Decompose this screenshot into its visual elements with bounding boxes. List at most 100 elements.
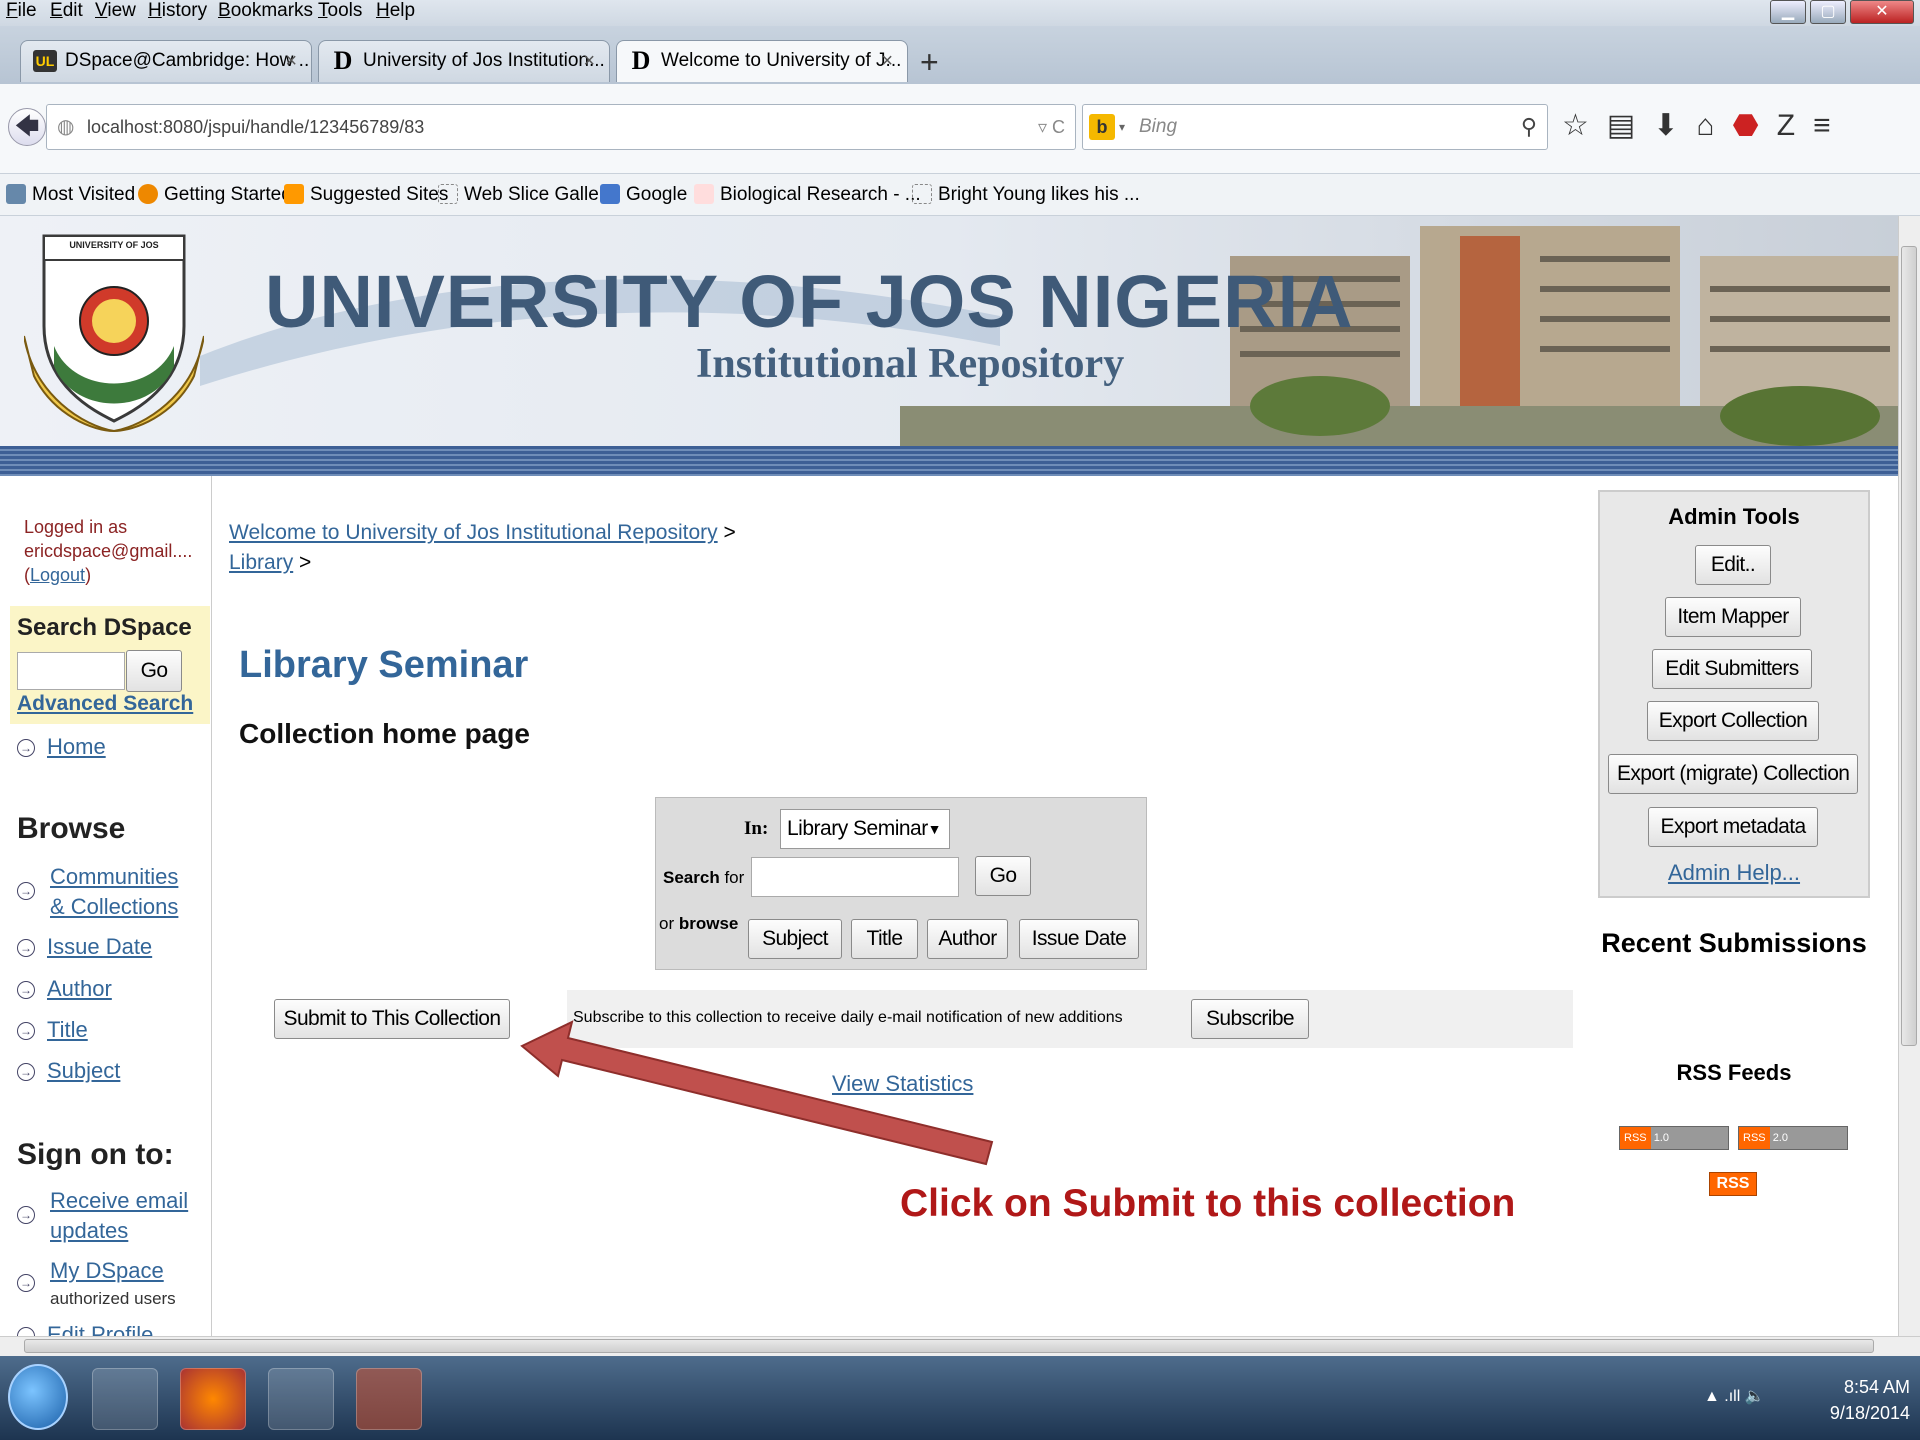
bookmark-web-slice[interactable]: Web Slice Gallery — [438, 174, 615, 216]
browse-issue-date-button[interactable]: Issue Date — [1019, 919, 1139, 959]
in-label: In: — [744, 818, 769, 839]
back-icon[interactable]: 🡄 — [8, 108, 46, 146]
home-link[interactable]: Home — [47, 734, 106, 759]
menu-history[interactable]: History — [148, 0, 207, 22]
close-tab-icon[interactable]: × — [583, 41, 595, 81]
collection-search-input[interactable] — [751, 857, 959, 897]
search-for-label: Search for — [663, 868, 745, 887]
close-window-icon[interactable]: ✕ — [1850, 0, 1914, 24]
admin-item-mapper-button[interactable]: Item Mapper — [1665, 597, 1801, 637]
breadcrumb-library-link[interactable]: Library — [229, 551, 293, 574]
reload-icon[interactable]: ▿ C — [1038, 105, 1065, 149]
search-icon[interactable]: ⚲ — [1521, 105, 1537, 149]
menu-tools[interactable]: Tools — [318, 0, 362, 22]
breadcrumb-home-link[interactable]: Welcome to University of Jos Institution… — [229, 521, 718, 544]
menu-bookmarks[interactable]: Bookmarks — [218, 0, 313, 22]
tab-jos-institution[interactable]: D University of Jos Institution... × — [318, 40, 610, 82]
taskbar-explorer-icon[interactable] — [268, 1368, 334, 1430]
tab-dspace-cambridge[interactable]: UL DSpace@Cambridge: How ... × — [20, 40, 312, 82]
adblock-icon[interactable]: ⬣ — [1733, 109, 1777, 142]
submit-to-collection-button[interactable]: Submit to This Collection — [274, 999, 510, 1039]
subscribe-button[interactable]: Subscribe — [1191, 999, 1309, 1039]
dspace-favicon-icon: D — [631, 46, 651, 75]
communities-link[interactable]: Communities — [50, 864, 178, 889]
vertical-scrollbar[interactable] — [1898, 216, 1920, 1336]
home-icon[interactable]: ⌂ — [1696, 109, 1732, 142]
tab-title: Welcome to University of J... — [661, 50, 902, 71]
sidebar-item-edit-profile[interactable]: → Edit Profile — [17, 1322, 153, 1336]
clock[interactable]: 8:54 AM 9/18/2014 — [1800, 1374, 1910, 1426]
tray-icons[interactable]: ▲ .ıll 🔈 — [1704, 1386, 1765, 1406]
google-icon — [600, 184, 620, 204]
download-icon[interactable]: ⬇ — [1653, 109, 1696, 142]
search-bar[interactable]: b ▾ Bing ⚲ — [1082, 104, 1548, 150]
subject-link[interactable]: Subject — [47, 1058, 120, 1083]
admin-export-metadata-button[interactable]: Export metadata — [1648, 807, 1818, 847]
hscroll-thumb[interactable] — [24, 1339, 1874, 1353]
collection-search-go-button[interactable]: Go — [975, 856, 1031, 896]
browse-author-button[interactable]: Author — [927, 919, 1008, 959]
admin-edit-submitters-button[interactable]: Edit Submitters — [1652, 649, 1812, 689]
admin-export-migrate-button[interactable]: Export (migrate) Collection — [1608, 754, 1858, 794]
updates-link[interactable]: updates — [50, 1218, 128, 1243]
rss-2-badge[interactable]: RSS 2.0 — [1738, 1126, 1848, 1150]
bookmark-biological-research[interactable]: Biological Research - ... — [694, 174, 921, 216]
browse-title-button[interactable]: Title — [851, 919, 918, 959]
close-tab-icon[interactable]: × — [285, 41, 297, 81]
admin-export-collection-button[interactable]: Export Collection — [1647, 701, 1819, 741]
bookmark-suggested-sites[interactable]: Suggested Sites — [284, 174, 448, 216]
tab-welcome-jos[interactable]: D Welcome to University of J... × — [616, 40, 908, 82]
issue-date-link[interactable]: Issue Date — [47, 934, 152, 959]
bookmark-bright-young[interactable]: Bright Young likes his ... — [912, 174, 1140, 216]
my-dspace-link[interactable]: My DSpace — [50, 1258, 164, 1283]
sidebar-search-input[interactable] — [17, 652, 125, 690]
engine-dropdown-icon[interactable]: ▾ — [1119, 105, 1125, 149]
sidebar-item-issue-date[interactable]: → Issue Date — [17, 934, 152, 960]
sidebar-item-home[interactable]: → Home — [17, 734, 106, 760]
admin-help-link[interactable]: Admin Help... — [1598, 860, 1870, 886]
taskbar-firefox-icon[interactable] — [180, 1368, 246, 1430]
rss-badge[interactable]: RSS — [1709, 1172, 1757, 1196]
collections-link[interactable]: & Collections — [50, 894, 178, 919]
author-link[interactable]: Author — [47, 976, 112, 1001]
sidebar-item-subject[interactable]: → Subject — [17, 1058, 120, 1084]
sidebar-item-communities[interactable]: → Communities & Collections — [17, 862, 178, 922]
scroll-thumb[interactable] — [1901, 246, 1917, 1046]
bookmark-most-visited[interactable]: Most Visited — [6, 174, 135, 216]
browse-subject-button[interactable]: Subject — [748, 919, 842, 959]
bookmark-getting-started[interactable]: Getting Started — [138, 174, 292, 216]
site-title: UNIVERSITY OF JOS NIGERIA — [265, 260, 1354, 343]
sidebar-item-author[interactable]: → Author — [17, 976, 112, 1002]
title-link[interactable]: Title — [47, 1017, 88, 1042]
menu-file[interactable]: File — [6, 0, 37, 22]
start-button[interactable] — [8, 1364, 68, 1430]
advanced-search-link[interactable]: Advanced Search — [17, 692, 193, 716]
logout-link[interactable]: Logout — [30, 565, 85, 585]
reading-list-icon[interactable]: ▤ — [1607, 109, 1653, 142]
admin-edit-button[interactable]: Edit.. — [1695, 545, 1771, 585]
sidebar-item-my-dspace[interactable]: → My DSpace authorized users — [17, 1258, 176, 1312]
horizontal-scrollbar[interactable] — [0, 1336, 1920, 1356]
taskbar-powerpoint-icon[interactable] — [356, 1368, 422, 1430]
new-tab-button[interactable]: + — [920, 44, 939, 81]
menu-view[interactable]: View — [95, 0, 136, 22]
sidebar-go-button[interactable]: Go — [126, 650, 182, 692]
menu-help[interactable]: Help — [376, 0, 415, 22]
maximize-icon[interactable]: ▢ — [1810, 0, 1846, 24]
sidebar-item-title[interactable]: → Title — [17, 1017, 88, 1043]
menu-icon[interactable]: ≡ — [1813, 109, 1849, 142]
minimize-icon[interactable]: ▁ — [1770, 0, 1806, 24]
bookmark-google[interactable]: Google — [600, 174, 687, 216]
url-bar[interactable]: ◍ localhost:8080/jspui/handle/123456789/… — [46, 104, 1076, 150]
sidebar-item-receive-email[interactable]: → Receive email updates — [17, 1186, 188, 1246]
rss-1-badge[interactable]: RSS 1.0 — [1619, 1126, 1729, 1150]
star-icon[interactable]: ☆ — [1562, 109, 1607, 142]
close-tab-icon[interactable]: × — [881, 41, 893, 81]
scope-select[interactable]: Library Seminar ▼ — [780, 809, 950, 849]
edit-profile-link[interactable]: Edit Profile — [47, 1322, 153, 1336]
receive-email-link[interactable]: Receive email — [50, 1188, 188, 1213]
menu-edit[interactable]: Edit — [50, 0, 83, 22]
tab-title: University of Jos Institution... — [363, 50, 605, 71]
taskbar-notepad-icon[interactable] — [92, 1368, 158, 1430]
zotero-icon[interactable]: Z — [1777, 109, 1813, 142]
